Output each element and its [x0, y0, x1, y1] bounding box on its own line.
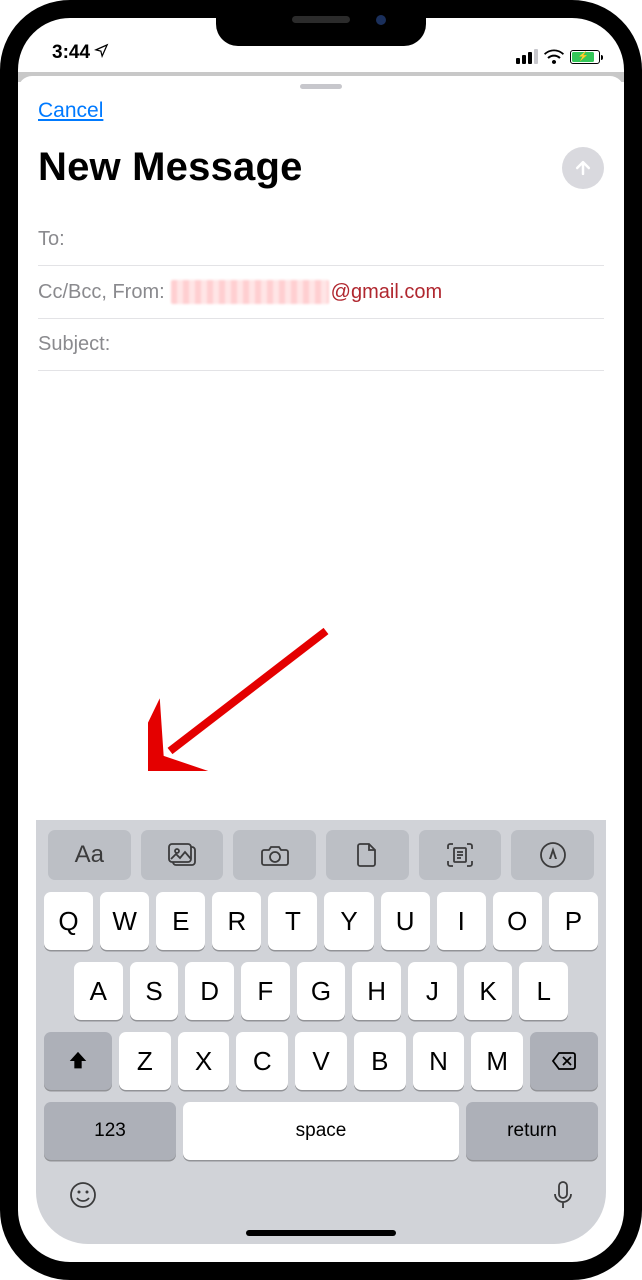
markup-icon [539, 841, 567, 869]
key-n[interactable]: N [413, 1032, 465, 1090]
key-i[interactable]: I [437, 892, 486, 950]
key-o[interactable]: O [493, 892, 542, 950]
key-backspace[interactable] [530, 1032, 598, 1090]
emoji-button[interactable] [68, 1180, 98, 1218]
key-g[interactable]: G [297, 962, 346, 1020]
send-button[interactable] [562, 147, 604, 189]
insert-photos-button[interactable] [141, 830, 224, 880]
cancel-button[interactable]: Cancel [38, 99, 103, 123]
key-row-4: 123 space return [42, 1102, 600, 1172]
home-indicator[interactable] [246, 1230, 396, 1236]
key-l[interactable]: L [519, 962, 568, 1020]
shift-icon [67, 1050, 89, 1072]
wifi-icon [544, 49, 564, 64]
from-redacted [171, 280, 329, 304]
key-row-3: Z X C V B N M [42, 1032, 600, 1102]
battery-icon: ⚡ [570, 50, 600, 64]
format-icon: Aa [75, 841, 104, 869]
ccbcc-label: Cc/Bcc, From: [38, 281, 165, 304]
mic-icon [552, 1180, 574, 1210]
keyboard-bottom-row [42, 1172, 600, 1230]
emoji-icon [68, 1180, 98, 1210]
key-space[interactable]: space [183, 1102, 459, 1160]
format-button[interactable]: Aa [48, 830, 131, 880]
to-label: To: [38, 228, 65, 251]
compose-sheet: Cancel New Message To: Cc/Bcc, From: @gm… [18, 76, 624, 1262]
key-e[interactable]: E [156, 892, 205, 950]
subject-field-row[interactable]: Subject: [38, 319, 604, 371]
notch-camera [376, 15, 386, 25]
key-return[interactable]: return [466, 1102, 598, 1160]
key-d[interactable]: D [185, 962, 234, 1020]
compose-toolbar: Aa [42, 828, 600, 892]
key-y[interactable]: Y [324, 892, 373, 950]
key-q[interactable]: Q [44, 892, 93, 950]
key-shift[interactable] [44, 1032, 112, 1090]
from-domain: @gmail.com [331, 281, 442, 304]
subject-label: Subject: [38, 333, 110, 356]
message-body[interactable] [18, 371, 624, 577]
insert-file-button[interactable] [326, 830, 409, 880]
dictation-button[interactable] [552, 1180, 574, 1218]
page-title: New Message [38, 145, 303, 190]
key-v[interactable]: V [295, 1032, 347, 1090]
to-field-row[interactable]: To: [38, 214, 604, 266]
key-b[interactable]: B [354, 1032, 406, 1090]
key-t[interactable]: T [268, 892, 317, 950]
key-c[interactable]: C [236, 1032, 288, 1090]
status-bar: 3:44 ⚡ [18, 18, 624, 66]
key-row-1: Q W E R T Y U I O P [42, 892, 600, 962]
backspace-icon [551, 1051, 577, 1071]
notch-speaker [292, 16, 350, 23]
scan-button[interactable] [419, 830, 502, 880]
document-icon [356, 842, 378, 868]
key-m[interactable]: M [471, 1032, 523, 1090]
key-p[interactable]: P [549, 892, 598, 950]
key-h[interactable]: H [352, 962, 401, 1020]
key-w[interactable]: W [100, 892, 149, 950]
key-u[interactable]: U [381, 892, 430, 950]
key-f[interactable]: F [241, 962, 290, 1020]
markup-button[interactable] [511, 830, 594, 880]
key-row-2: A S D F G H J K L [42, 962, 600, 1032]
key-k[interactable]: K [464, 962, 513, 1020]
ccbcc-from-row[interactable]: Cc/Bcc, From: @gmail.com [38, 266, 604, 319]
camera-icon [260, 843, 290, 867]
location-icon [94, 42, 109, 64]
key-numbers[interactable]: 123 [44, 1102, 176, 1160]
key-a[interactable]: A [74, 962, 123, 1020]
keyboard: Aa [36, 820, 606, 1244]
status-time: 3:44 [52, 42, 90, 64]
annotation-arrow [148, 621, 338, 771]
key-j[interactable]: J [408, 962, 457, 1020]
scan-icon [446, 842, 474, 868]
key-s[interactable]: S [130, 962, 179, 1020]
photos-icon [167, 842, 197, 868]
from-email[interactable]: @gmail.com [171, 280, 442, 304]
key-r[interactable]: R [212, 892, 261, 950]
signal-icon [516, 49, 538, 64]
camera-button[interactable] [233, 830, 316, 880]
key-x[interactable]: X [178, 1032, 230, 1090]
key-z[interactable]: Z [119, 1032, 171, 1090]
